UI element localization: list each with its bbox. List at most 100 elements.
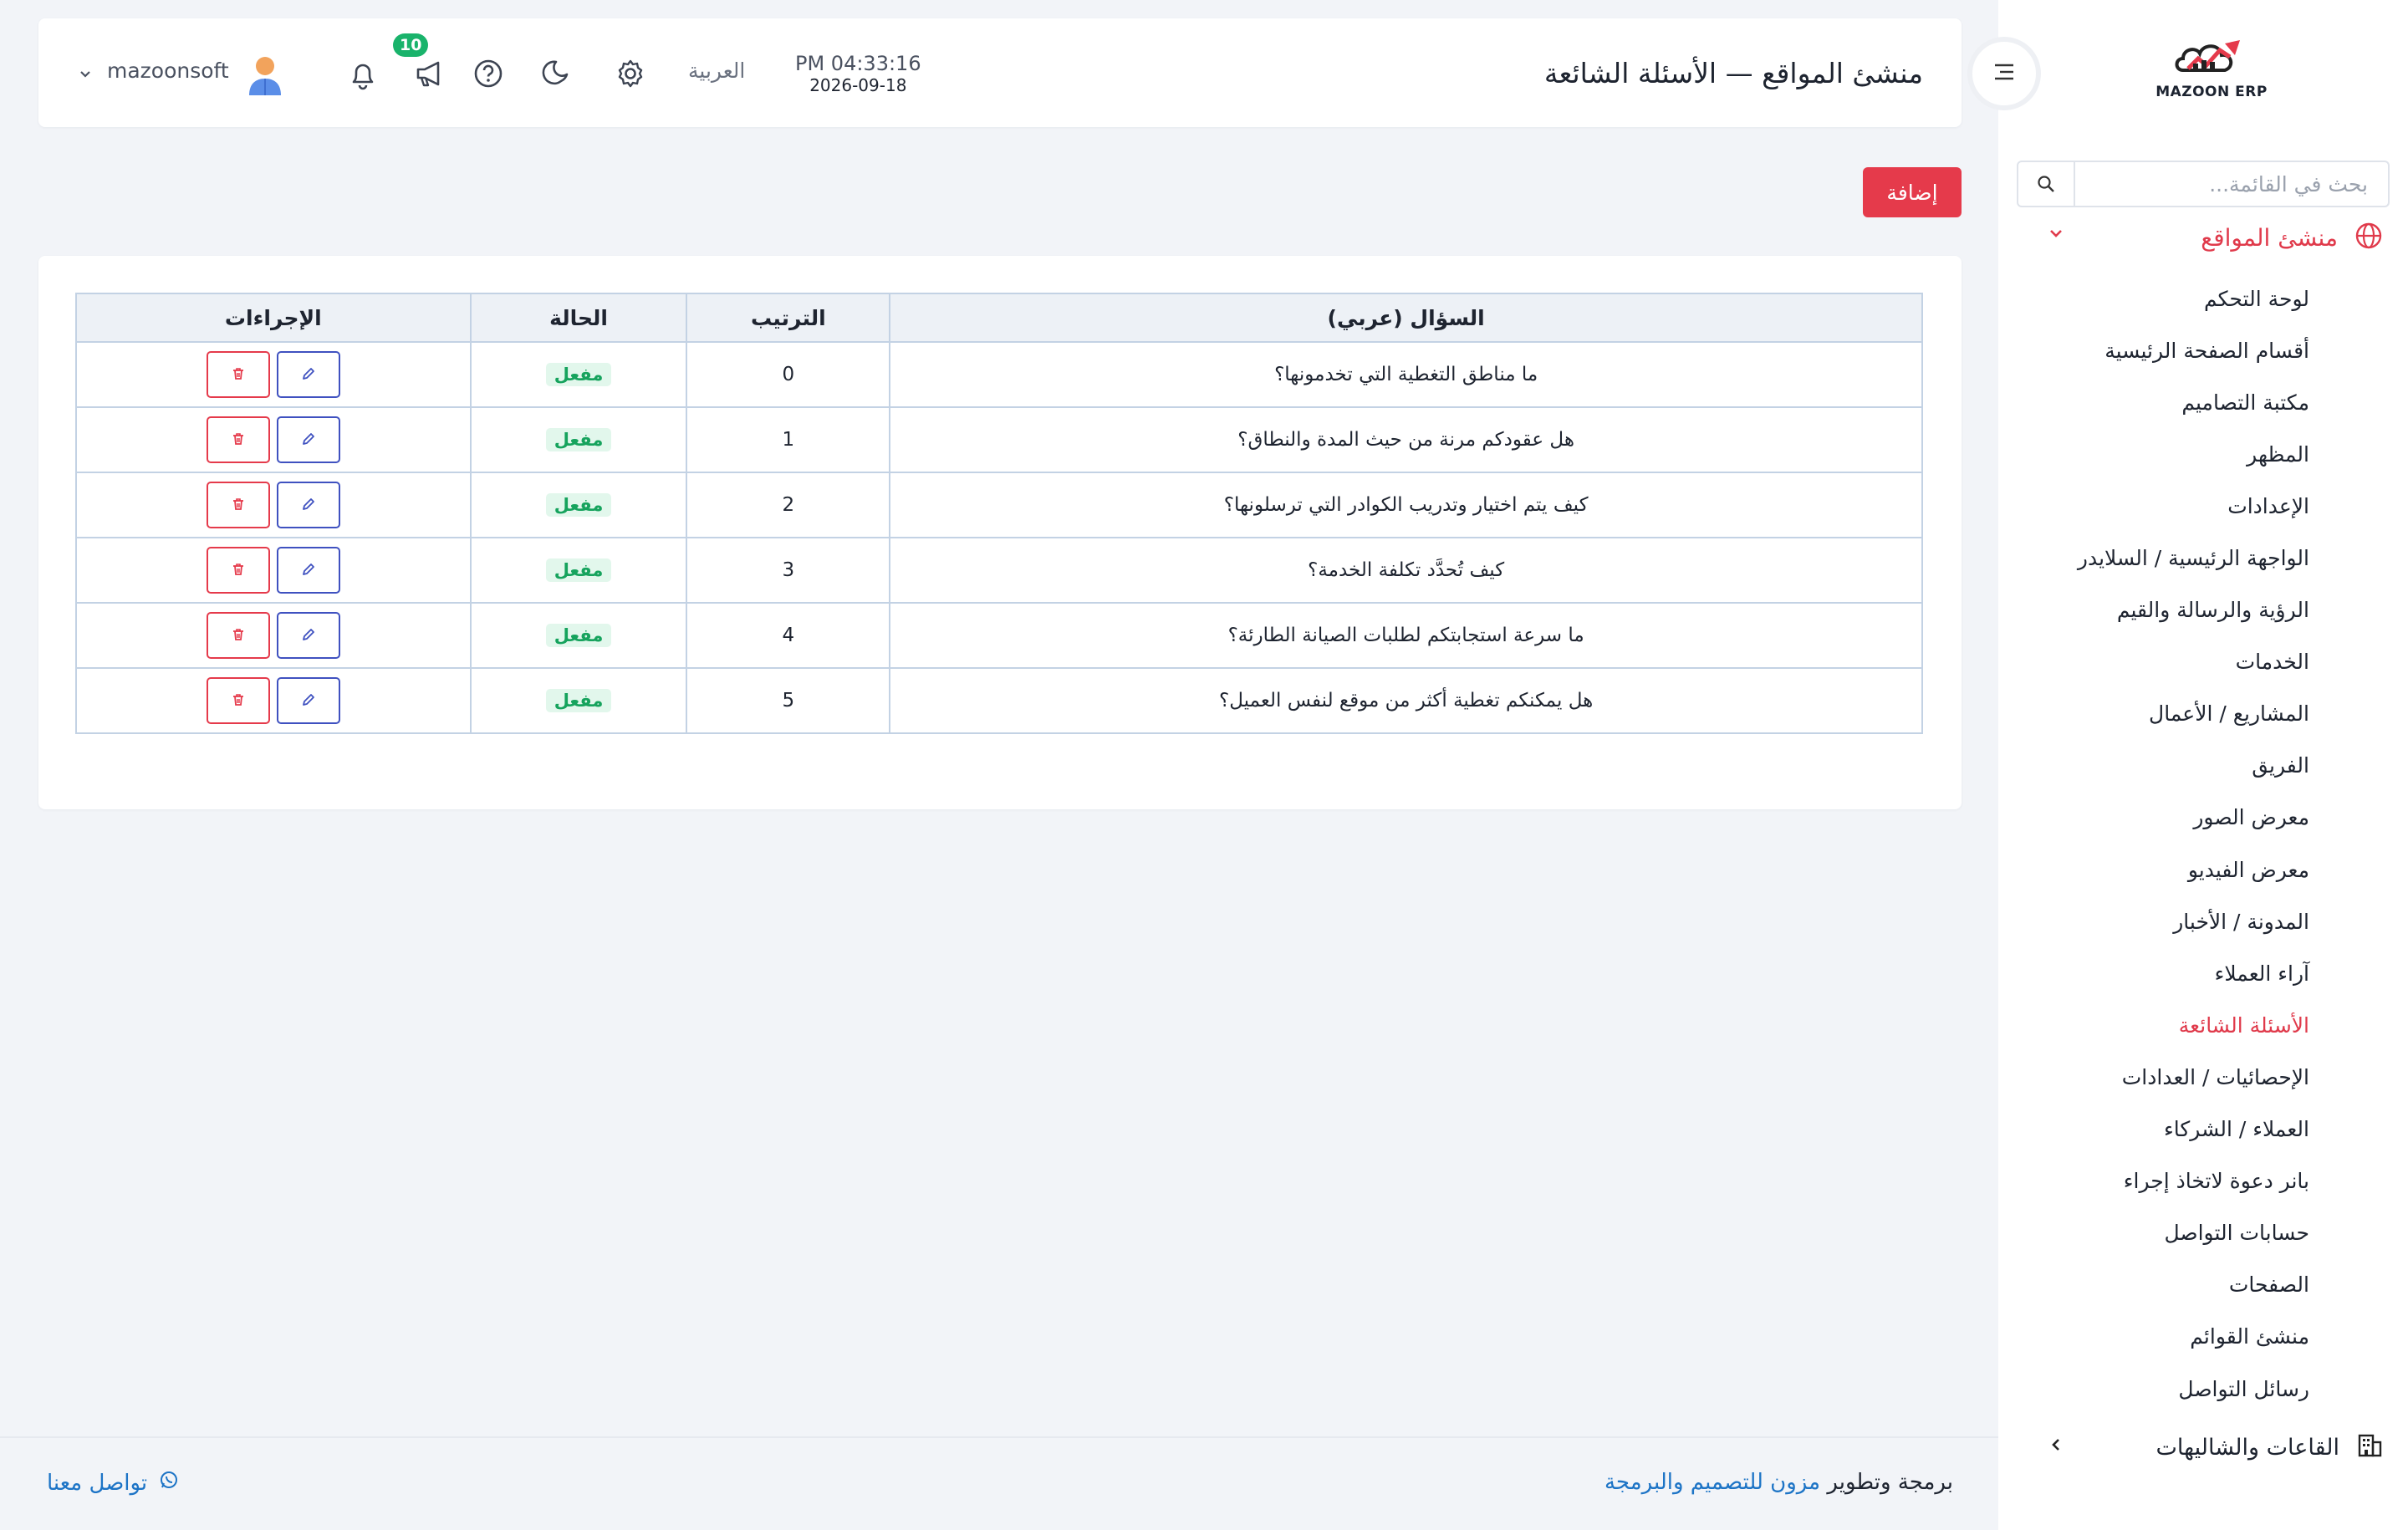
bell-icon[interactable] [344,55,381,92]
cell-actions [75,406,472,473]
sidebar-group-halls[interactable]: القاعات والشاليهات [1998,1425,2408,1469]
globe-icon [2354,222,2383,253]
sidebar-item-vision-mission[interactable]: الرؤية والرسالة والقيم [1998,584,2408,636]
cell-order: 5 [686,667,891,734]
delete-button[interactable] [206,351,270,398]
status-badge: مفعل [545,558,612,582]
cell-status: مفعل [469,472,688,538]
footer-credit: برمجة وتطوير مزون للتصميم والبرمجة [1604,1470,1953,1495]
logo[interactable]: MAZOON ERP [2149,33,2274,117]
sidebar-item-team[interactable]: الفريق [1998,740,2408,792]
trash-icon [231,627,246,645]
help-icon[interactable] [470,55,507,92]
edit-button[interactable] [276,482,340,528]
language-switcher[interactable]: العربية [688,59,745,83]
edit-button[interactable] [276,351,340,398]
page: MAZOON ERP منشئ المواقع لوحة التحكم أقسا… [0,0,2408,1530]
faq-table: السؤال (عربي) الترتيب الحالة الإجراءات م… [75,293,1923,734]
row-actions [77,677,470,724]
sidebar-toggle-button[interactable] [1967,37,2041,110]
status-badge: مفعل [545,689,612,712]
sidebar-submenu: لوحة التحكم أقسام الصفحة الرئيسية مكتبة … [1998,273,2408,1415]
trash-icon [231,431,246,449]
clock-date: 2026-09-18 [809,75,907,95]
chevron-down-icon[interactable] [79,67,92,84]
delete-button[interactable] [206,677,270,724]
top-header: منشئ المواقع — الأسئلة الشائعة PM 04:33:… [38,18,1962,127]
sidebar-item-settings[interactable]: الإعدادات [1998,480,2408,532]
cell-order: 2 [686,472,891,538]
row-actions [77,351,470,398]
sidebar-item-menu-builder[interactable]: منشئ القوائم [1998,1311,2408,1363]
sidebar-item-video-gallery[interactable]: معرض الفيديو [1998,844,2408,895]
sidebar-group-website-builder[interactable]: منشئ المواقع [1998,216,2408,259]
sidebar-group2-label: القاعات والشاليهات [2155,1434,2340,1461]
edit-button[interactable] [276,547,340,594]
notification-count-badge: 10 [393,33,429,57]
sidebar-search-input[interactable] [2075,162,2388,206]
sidebar-item-contact-messages[interactable]: رسائل التواصل [1998,1363,2408,1415]
clock-time: PM 04:33:16 [795,52,921,75]
cell-question: ما سرعة استجابتكم لطلبات الصيانة الطارئة… [889,602,1923,669]
cell-order: 3 [686,537,891,604]
sidebar-item-projects[interactable]: المشاريع / الأعمال [1998,688,2408,740]
pencil-icon [301,692,316,710]
sidebar-item-clients[interactable]: العملاء / الشركاء [1998,1104,2408,1155]
sidebar-item-design-library[interactable]: مكتبة التصاميم [1998,376,2408,428]
pencil-icon [301,431,316,449]
moon-icon[interactable] [537,55,574,92]
sidebar-item-services[interactable]: الخدمات [1998,636,2408,688]
column-header-order[interactable]: الترتيب [686,293,891,343]
contact-us-link[interactable]: تواصل معنا [47,1470,179,1496]
sidebar-item-statistics[interactable]: الإحصائيات / العدادات [1998,1051,2408,1103]
footer-credit-link[interactable]: مزون للتصميم والبرمجة [1604,1470,1820,1495]
contact-us-label: تواصل معنا [47,1470,148,1496]
table-row: كيف يتم اختيار وتدريب الكوادر التي ترسلو… [75,472,1923,538]
delete-button[interactable] [206,482,270,528]
status-badge: مفعل [545,493,612,517]
sidebar-item-photo-gallery[interactable]: معرض الصور [1998,792,2408,844]
column-header-question[interactable]: السؤال (عربي) [889,293,1923,343]
cell-status: مفعل [469,667,688,734]
edit-button[interactable] [276,416,340,463]
row-actions [77,482,470,528]
table-row: ما سرعة استجابتكم لطلبات الصيانة الطارئة… [75,602,1923,669]
user-name[interactable]: mazoonsoft [107,59,229,83]
search-icon[interactable] [2018,162,2075,206]
sidebar-item-appearance[interactable]: المظهر [1998,428,2408,480]
delete-button[interactable] [206,416,270,463]
sidebar-search [2017,161,2390,207]
table-row: كيف تُحدَّد تكلفة الخدمة؟ 3 مفعل [75,537,1923,604]
sidebar-item-dashboard[interactable]: لوحة التحكم [1998,273,2408,324]
avatar[interactable] [246,54,284,100]
menu-icon [1992,61,2017,86]
sidebar-item-pages[interactable]: الصفحات [1998,1259,2408,1311]
table-row: هل عقودكم مرنة من حيث المدة والنطاق؟ 1 مفع… [75,406,1923,473]
pencil-icon [301,562,316,579]
delete-button[interactable] [206,547,270,594]
delete-button[interactable] [206,612,270,659]
column-header-status[interactable]: الحالة [469,293,688,343]
gear-icon[interactable] [612,55,649,92]
status-badge: مفعل [545,363,612,386]
edit-button[interactable] [276,612,340,659]
row-actions [77,612,470,659]
sidebar-item-home-sections[interactable]: أقسام الصفحة الرئيسية [1998,324,2408,376]
edit-button[interactable] [276,677,340,724]
sidebar-item-testimonials[interactable]: آراء العملاء [1998,947,2408,999]
cell-order: 1 [686,406,891,473]
add-button[interactable]: إضافة [1863,167,1962,217]
chevron-down-icon [2047,224,2065,246]
cell-actions [75,472,472,538]
row-actions [77,416,470,463]
sidebar-item-cta-banner[interactable]: بانر دعوة لاتخاذ إجراء [1998,1155,2408,1207]
sidebar-item-blog[interactable]: المدونة / الأخبار [1998,895,2408,947]
megaphone-icon[interactable] [411,55,448,92]
status-badge: مفعل [545,428,612,451]
sidebar-item-social-accounts[interactable]: حسابات التواصل [1998,1207,2408,1259]
sidebar-item-faq[interactable]: الأسئلة الشائعة [1998,999,2408,1051]
trash-icon [231,692,246,710]
trash-icon [231,497,246,514]
cell-actions [75,537,472,604]
sidebar-item-hero-slider[interactable]: الواجهة الرئيسية / السلايدر [1998,532,2408,584]
